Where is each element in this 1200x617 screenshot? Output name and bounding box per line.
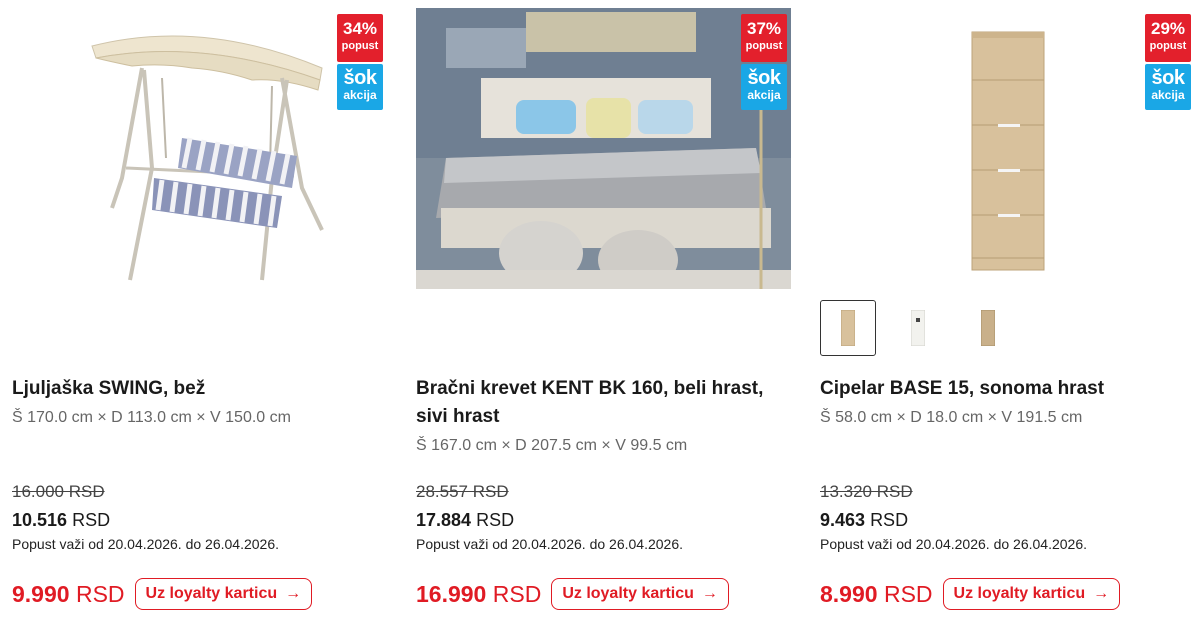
loyalty-price-currency: RSD [883,580,933,607]
product-title[interactable]: Cipelar BASE 15, sonoma hrast [820,375,1180,403]
new-price-value: 17.884 [416,510,472,530]
discount-percent: 29% [1150,19,1186,38]
product-dimensions: Š 170.0 cm × D 113.0 cm × V 150.0 cm [12,409,291,426]
loyalty-card-button[interactable]: Uz loyalty karticu → [134,578,313,610]
variant-thumb-sonoma-oak[interactable] [820,300,876,356]
new-price-currency: RSD [870,510,909,530]
discount-percent: 37% [746,19,782,38]
loyalty-price: 16.990 RSD [416,581,541,608]
loyalty-row: 9.990 RSD Uz loyalty karticu → [12,578,313,610]
loyalty-card-button[interactable]: Uz loyalty karticu → [551,578,729,610]
discount-label: popust [745,40,783,52]
discount-validity: Popust važi od 20.04.2026. do 26.04.2026… [12,536,279,552]
sok-akcija-badge: šok akcija [1145,64,1191,110]
loyalty-price-value: 9.990 [12,580,70,607]
discount-badge: 29% popust [1145,14,1191,62]
loyalty-button-label: Uz loyalty karticu [562,585,694,602]
new-price: 10.516 RSD [12,510,110,531]
new-price: 17.884 RSD [416,510,514,531]
loyalty-price-currency: RSD [75,580,125,607]
color-variant-thumbnails [820,300,1016,356]
old-price: 28.557 RSD [416,482,509,501]
product-image-area[interactable]: 29% popust šok akcija [820,8,1195,290]
promo-line1: šok [1151,67,1185,89]
discount-validity: Popust važi od 20.04.2026. do 26.04.2026… [820,536,1087,552]
discount-percent: 34% [342,19,378,38]
new-price-value: 10.516 [12,510,68,530]
arrow-right-icon: → [285,585,302,602]
loyalty-price: 9.990 RSD [12,581,125,608]
loyalty-price-value: 8.990 [820,580,878,607]
product-title[interactable]: Ljuljaška SWING, bež [12,375,372,403]
loyalty-price-value: 16.990 [416,580,487,607]
sok-akcija-badge: šok akcija [337,64,383,110]
promo-line1: šok [343,67,377,89]
loyalty-row: 16.990 RSD Uz loyalty karticu → [416,578,729,610]
old-price: 16.000 RSD [12,482,105,501]
loyalty-price: 8.990 RSD [820,581,933,608]
discount-validity: Popust važi od 20.04.2026. do 26.04.2026… [416,536,683,552]
promo-line1: šok [747,67,781,89]
product-dimensions: Š 58.0 cm × D 18.0 cm × V 191.5 cm [820,409,1083,426]
promo-line2: akcija [343,88,377,102]
loyalty-price-currency: RSD [492,580,542,607]
promo-line2: akcija [747,88,781,102]
product-card[interactable]: 34% popust šok akcija Ljuljaška SWING, b… [12,0,387,617]
promo-line2: akcija [1151,88,1185,102]
arrow-right-icon: → [701,585,718,602]
product-image-shoe-cabinet[interactable] [970,30,1046,274]
discount-badge: 34% popust [337,14,383,62]
loyalty-row: 8.990 RSD Uz loyalty karticu → [820,578,1121,610]
loyalty-card-button[interactable]: Uz loyalty karticu → [942,578,1121,610]
product-card[interactable]: 37% popust šok akcija Bračni krevet KENT… [416,0,791,617]
new-price-currency: RSD [72,510,111,530]
product-title[interactable]: Bračni krevet KENT BK 160, beli hrast, s… [416,375,776,431]
variant-thumb-light-oak[interactable] [960,300,1016,356]
discount-label: popust [341,40,379,52]
product-image-swing[interactable] [82,18,332,283]
product-image-bed[interactable] [416,8,791,289]
new-price-currency: RSD [476,510,515,530]
new-price-value: 9.463 [820,510,866,530]
discount-badge: 37% popust [741,14,787,62]
discount-label: popust [1149,40,1187,52]
product-image-area[interactable]: 37% popust šok akcija [416,8,791,290]
sok-akcija-badge: šok akcija [741,64,787,110]
loyalty-button-label: Uz loyalty karticu [953,585,1086,602]
loyalty-button-label: Uz loyalty karticu [145,585,278,602]
product-image-area[interactable]: 34% popust šok akcija [12,8,387,290]
old-price: 13.320 RSD [820,482,913,501]
product-dimensions: Š 167.0 cm × D 207.5 cm × V 99.5 cm [416,437,688,454]
variant-thumb-white[interactable] [890,300,946,356]
arrow-right-icon: → [1093,585,1110,602]
product-card[interactable]: 29% popust šok akcija Cipelar BASE 15, s… [820,0,1195,617]
new-price: 9.463 RSD [820,510,908,531]
